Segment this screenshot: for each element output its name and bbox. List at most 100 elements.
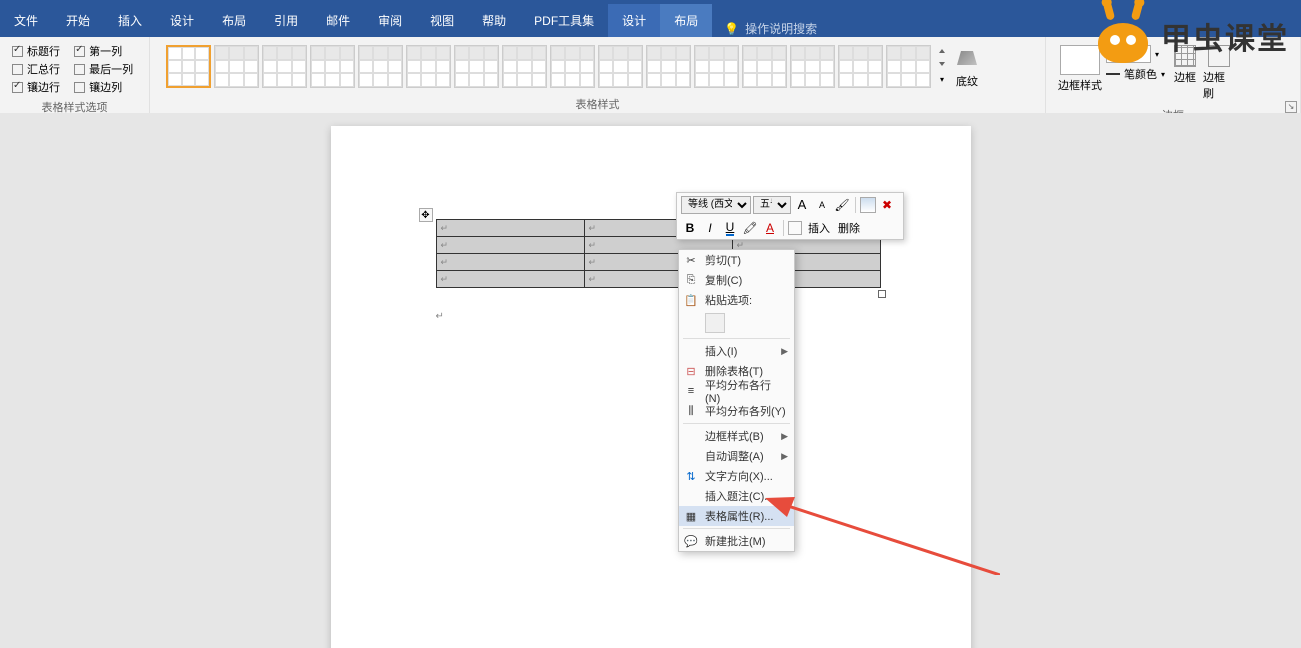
mini-delete-label[interactable]: 删除 bbox=[838, 220, 860, 236]
context-menu: ✂剪切(T) ⎘复制(C) 📋粘贴选项: 插入(I)▶ ⊟删除表格(T) ≡平均… bbox=[678, 249, 795, 552]
highlight-button[interactable]: 🖍 bbox=[741, 219, 759, 237]
table-style-item[interactable] bbox=[262, 45, 307, 88]
table-style-item[interactable] bbox=[646, 45, 691, 88]
table-style-item[interactable] bbox=[838, 45, 883, 88]
shading-mini-button[interactable] bbox=[788, 221, 802, 235]
cm-text-direction[interactable]: ⇅文字方向(X)... bbox=[679, 466, 794, 486]
tell-me-search[interactable]: 💡 操作说明搜索 bbox=[712, 20, 829, 37]
table-resize-handle[interactable] bbox=[878, 290, 886, 298]
tab-table-design[interactable]: 设计 bbox=[608, 4, 660, 37]
cm-autofit[interactable]: 自动调整(A)▶ bbox=[679, 446, 794, 466]
lbl-banded-row: 镶边行 bbox=[27, 79, 60, 95]
table-styles-gallery[interactable]: document.write(Array(15).fill('<div clas… bbox=[158, 41, 1037, 94]
font-color-button[interactable]: A bbox=[761, 219, 779, 237]
table-style-item[interactable] bbox=[214, 45, 259, 88]
table-style-item[interactable] bbox=[886, 45, 931, 88]
cm-insert[interactable]: 插入(I)▶ bbox=[679, 341, 794, 361]
mini-delete-icon[interactable]: ✖ bbox=[878, 196, 896, 214]
scissors-icon: ✂ bbox=[684, 253, 698, 267]
tab-help[interactable]: 帮助 bbox=[468, 4, 520, 37]
tab-references[interactable]: 引用 bbox=[260, 4, 312, 37]
cm-table-properties[interactable]: ▦表格属性(R)... bbox=[679, 506, 794, 526]
tab-layout[interactable]: 布局 bbox=[208, 4, 260, 37]
group-table-style-options: 标题行 第一列 汇总行 最后一列 镶边行 镶边列 表格样式选项 bbox=[0, 37, 150, 116]
comment-icon: 💬 bbox=[684, 534, 698, 548]
table-style-item[interactable] bbox=[742, 45, 787, 88]
cm-caption[interactable]: 插入题注(C)... bbox=[679, 486, 794, 506]
tab-view[interactable]: 视图 bbox=[416, 4, 468, 37]
format-painter-icon[interactable]: 🖌 bbox=[833, 196, 851, 214]
borders-label: 边框 bbox=[1174, 69, 1196, 85]
chk-last-col[interactable] bbox=[74, 64, 85, 75]
document-area[interactable]: ✥ ↵↵↵ ↵↵↵ ↵↵↵ ↵↵↵ ↵ bbox=[0, 113, 1301, 648]
chk-total-row[interactable] bbox=[12, 64, 23, 75]
group-table-styles: document.write(Array(15).fill('<div clas… bbox=[150, 37, 1046, 116]
lightbulb-icon: 💡 bbox=[724, 22, 739, 36]
bold-button[interactable]: B bbox=[681, 219, 699, 237]
grow-font-icon[interactable]: A bbox=[793, 196, 811, 214]
text-dir-icon: ⇅ bbox=[684, 469, 698, 483]
border-style-label: 边框样式 bbox=[1058, 77, 1102, 93]
tab-file[interactable]: 文件 bbox=[0, 4, 52, 37]
cm-distribute-rows[interactable]: ≡平均分布各行(N) bbox=[679, 381, 794, 401]
table-props-icon: ▦ bbox=[684, 509, 698, 523]
table-styles-more[interactable]: ▾ bbox=[934, 45, 950, 88]
cm-copy[interactable]: ⎘复制(C) bbox=[679, 270, 794, 290]
tab-review[interactable]: 审阅 bbox=[364, 4, 416, 37]
lbl-header-row: 标题行 bbox=[27, 43, 60, 59]
lbl-first-col: 第一列 bbox=[89, 43, 122, 59]
lbl-total-row: 汇总行 bbox=[27, 61, 60, 77]
table-style-item[interactable] bbox=[310, 45, 355, 88]
table-style-item[interactable] bbox=[694, 45, 739, 88]
shading-button[interactable]: 底纹 bbox=[953, 45, 981, 94]
table-style-item[interactable] bbox=[550, 45, 595, 88]
chk-banded-row[interactable] bbox=[12, 82, 23, 93]
tab-design-page[interactable]: 设计 bbox=[156, 4, 208, 37]
watermark-logo: 甲虫课堂 bbox=[1093, 8, 1289, 63]
cm-distribute-cols[interactable]: ⫼平均分布各列(Y) bbox=[679, 401, 794, 421]
cm-new-comment[interactable]: 💬新建批注(M) bbox=[679, 531, 794, 551]
mini-insert-label[interactable]: 插入 bbox=[808, 220, 830, 236]
tab-pdf[interactable]: PDF工具集 bbox=[520, 4, 608, 37]
chk-banded-col[interactable] bbox=[74, 82, 85, 93]
pen-color-label[interactable]: 笔颜色 bbox=[1124, 66, 1157, 82]
dist-cols-icon: ⫼ bbox=[684, 404, 698, 418]
shading-label: 底纹 bbox=[956, 73, 978, 89]
beetle-icon bbox=[1093, 8, 1153, 63]
search-placeholder: 操作说明搜索 bbox=[745, 20, 817, 37]
mini-font-select[interactable]: 等线 (西文正 bbox=[681, 196, 751, 214]
table-style-item[interactable] bbox=[790, 45, 835, 88]
tab-home[interactable]: 开始 bbox=[52, 4, 104, 37]
table-style-item[interactable] bbox=[358, 45, 403, 88]
chk-header-row[interactable] bbox=[12, 46, 23, 57]
cm-cut[interactable]: ✂剪切(T) bbox=[679, 250, 794, 270]
mini-insert-icon[interactable] bbox=[860, 197, 876, 213]
paste-icon: 📋 bbox=[684, 293, 698, 307]
table-style-item[interactable] bbox=[454, 45, 499, 88]
lbl-last-col: 最后一列 bbox=[89, 61, 133, 77]
paste-option-icon[interactable] bbox=[705, 313, 725, 333]
underline-button[interactable]: U bbox=[721, 219, 739, 237]
lbl-banded-col: 镶边列 bbox=[89, 79, 122, 95]
pen-icon bbox=[1106, 73, 1120, 75]
chk-first-col[interactable] bbox=[74, 46, 85, 57]
cm-paste-options: 📋粘贴选项: bbox=[679, 290, 794, 310]
table-style-item[interactable] bbox=[502, 45, 547, 88]
delete-table-icon: ⊟ bbox=[684, 364, 698, 378]
bucket-icon bbox=[957, 51, 977, 71]
dist-rows-icon: ≡ bbox=[684, 384, 698, 398]
table-style-item[interactable] bbox=[598, 45, 643, 88]
shrink-font-icon[interactable]: A bbox=[813, 196, 831, 214]
mini-size-select[interactable]: 五号 bbox=[753, 196, 791, 214]
table-move-handle[interactable]: ✥ bbox=[419, 208, 433, 222]
table-style-item[interactable] bbox=[406, 45, 451, 88]
tab-insert[interactable]: 插入 bbox=[104, 4, 156, 37]
italic-button[interactable]: I bbox=[701, 219, 719, 237]
borders-dialog-launcher[interactable]: ↘ bbox=[1285, 101, 1297, 113]
paragraph-mark: ↵ bbox=[436, 311, 444, 322]
tab-table-layout[interactable]: 布局 bbox=[660, 4, 712, 37]
tab-mailings[interactable]: 邮件 bbox=[312, 4, 364, 37]
group-label-table-styles: 表格样式 bbox=[158, 94, 1037, 114]
table-style-item[interactable] bbox=[166, 45, 211, 88]
cm-border-style[interactable]: 边框样式(B)▶ bbox=[679, 426, 794, 446]
